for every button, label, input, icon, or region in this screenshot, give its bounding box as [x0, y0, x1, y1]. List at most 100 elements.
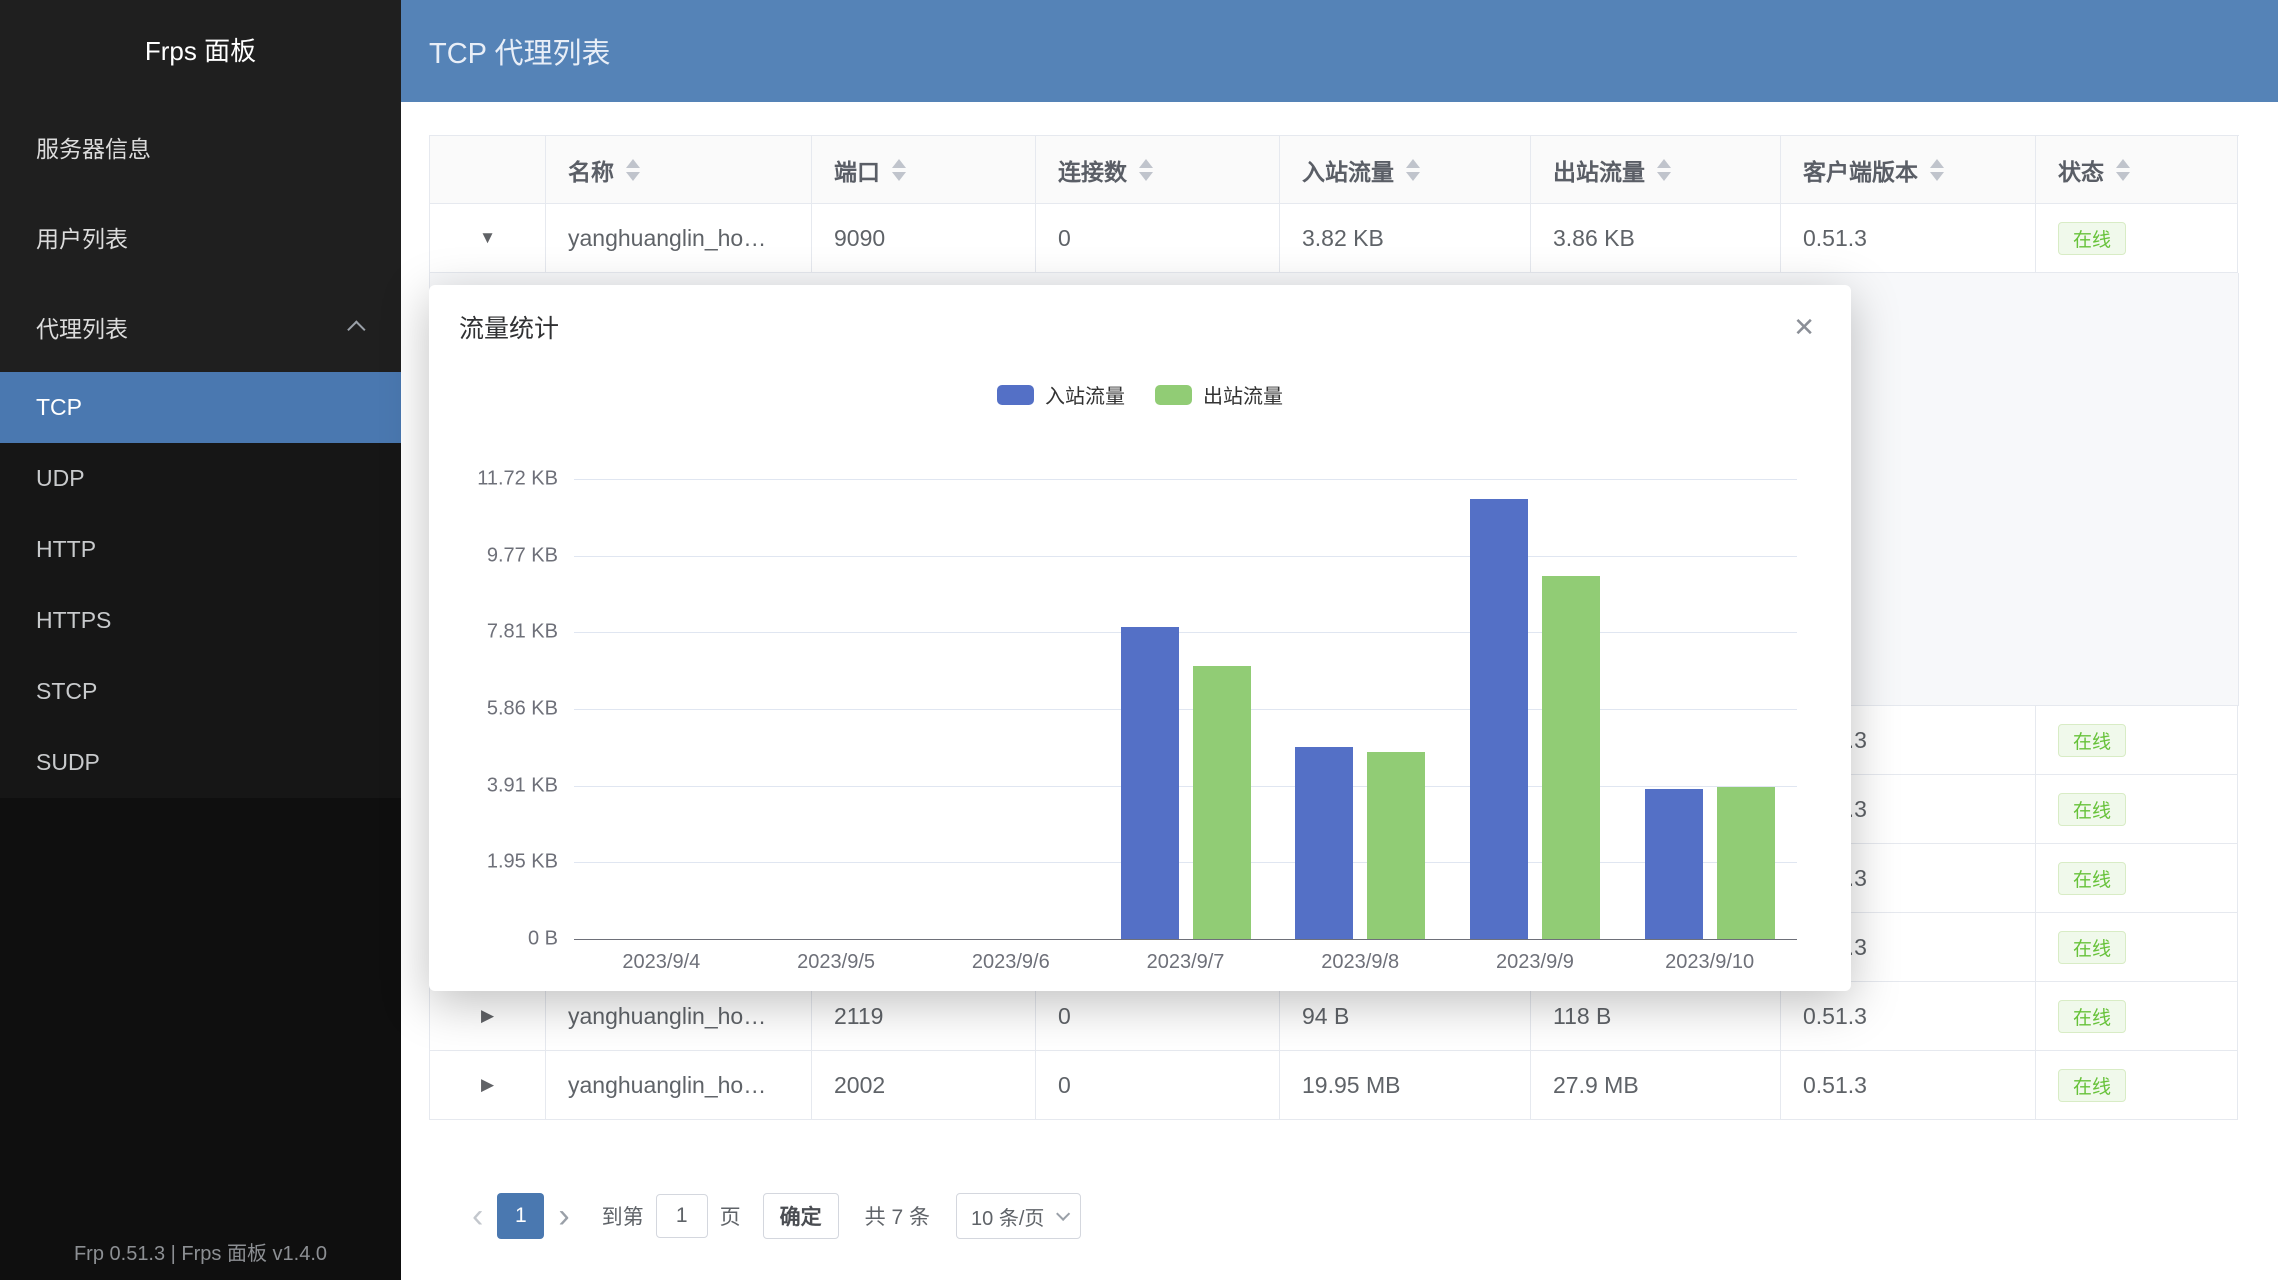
cell-status: 在线 [2036, 844, 2238, 913]
sort-asc-icon[interactable] [2116, 159, 2130, 168]
sidebar-footer-version: Frp 0.51.3 | Frps 面板 v1.4.0 [0, 1237, 401, 1266]
sort-carets-icon[interactable] [1406, 159, 1420, 181]
bar-inbound[interactable] [1121, 627, 1179, 939]
chart-category-slot [1622, 479, 1797, 939]
legend-item-outbound[interactable]: 出站流量 [1155, 380, 1283, 409]
status-badge: 在线 [2058, 862, 2126, 895]
sort-carets-icon[interactable] [2116, 159, 2130, 181]
sort-asc-icon[interactable] [626, 159, 640, 168]
sort-carets-icon[interactable] [1930, 159, 1944, 181]
bar-inbound[interactable] [1645, 789, 1703, 939]
column-label: 连接数 [1058, 153, 1127, 187]
bar-outbound[interactable] [1717, 787, 1775, 939]
chart-plot: 11.72 KB9.77 KB7.81 KB5.86 KB3.91 KB1.95… [574, 479, 1797, 939]
confirm-button[interactable]: 确定 [763, 1193, 839, 1239]
sort-asc-icon[interactable] [1657, 159, 1671, 168]
sort-carets-icon[interactable] [1139, 159, 1153, 181]
sort-carets-icon[interactable] [1657, 159, 1671, 181]
chart-category-slot [923, 479, 1098, 939]
sidebar-item-user-list[interactable]: 用户列表 [0, 192, 401, 282]
column-label: 出站流量 [1553, 153, 1645, 187]
header-cell-name[interactable]: 名称 [546, 136, 812, 204]
legend-item-inbound[interactable]: 入站流量 [997, 380, 1125, 409]
legend-label: 入站流量 [1045, 380, 1125, 409]
table-row: ▶yanghuanglin_ho…2002019.95 MB27.9 MB0.5… [430, 1051, 2239, 1120]
pagination: ‹ 1 › 到第 页 确定 共 7 条 10 条/页 [462, 1193, 1081, 1239]
cell-status: 在线 [2036, 204, 2238, 273]
bar-outbound[interactable] [1193, 666, 1251, 939]
sort-desc-icon[interactable] [2116, 172, 2130, 181]
sidebar-item-http[interactable]: HTTP [0, 514, 401, 585]
header-cell-client-version[interactable]: 客户端版本 [1781, 136, 2036, 204]
sidebar-item-sudp[interactable]: SUDP [0, 727, 401, 798]
y-axis-tick-label: 5.86 KB [487, 698, 558, 721]
sidebar-item-label: 服务器信息 [36, 130, 151, 164]
cell-version: 0.51.3 [1781, 1051, 2036, 1120]
cell-status: 在线 [2036, 706, 2238, 775]
submenu-label: STCP [36, 678, 97, 705]
sidebar-item-udp[interactable]: UDP [0, 443, 401, 514]
x-axis-tick-label: 2023/9/5 [749, 951, 924, 974]
expand-cell[interactable]: ▶ [430, 982, 546, 1051]
next-page-icon[interactable]: › [548, 1193, 579, 1239]
chart-category-slot [1273, 479, 1448, 939]
sidebar-item-stcp[interactable]: STCP [0, 656, 401, 727]
page-size-select[interactable]: 10 条/页 [956, 1193, 1081, 1239]
sort-asc-icon[interactable] [1139, 159, 1153, 168]
sort-desc-icon[interactable] [1657, 172, 1671, 181]
sort-desc-icon[interactable] [626, 172, 640, 181]
header-cell-traffic-out[interactable]: 出站流量 [1531, 136, 1781, 204]
sidebar-item-proxy-list[interactable]: 代理列表 [0, 282, 401, 372]
x-axis-tick-label: 2023/9/4 [574, 951, 749, 974]
cell-name: yanghuanglin_ho… [546, 1051, 812, 1120]
header-cell-connections[interactable]: 连接数 [1036, 136, 1280, 204]
header-cell-status[interactable]: 状态 [2036, 136, 2238, 204]
collapse-caret-icon[interactable]: ▼ [479, 228, 496, 248]
page-size-value: 10 条/页 [971, 1202, 1044, 1231]
table-header-row: 名称 端口 连接数 入站流量 出站流量 客户端版本 [430, 136, 2239, 204]
expand-caret-icon[interactable]: ▶ [481, 1075, 494, 1095]
chart-category-slot [1448, 479, 1623, 939]
sidebar-bottom-section [0, 798, 401, 1280]
cell-out: 27.9 MB [1531, 1051, 1781, 1120]
legend-swatch-inbound-icon [997, 385, 1034, 405]
y-axis-tick-label: 11.72 KB [477, 468, 558, 491]
expand-cell[interactable]: ▼ [430, 204, 546, 273]
sort-desc-icon[interactable] [1139, 172, 1153, 181]
sort-carets-icon[interactable] [892, 159, 906, 181]
sort-asc-icon[interactable] [892, 159, 906, 168]
sort-desc-icon[interactable] [892, 172, 906, 181]
sort-asc-icon[interactable] [1930, 159, 1944, 168]
cell-version: 0.51.3 [1781, 982, 2036, 1051]
sort-asc-icon[interactable] [1406, 159, 1420, 168]
expand-cell[interactable]: ▶ [430, 1051, 546, 1120]
column-label: 端口 [834, 153, 880, 187]
sort-desc-icon[interactable] [1930, 172, 1944, 181]
total-count-label: 共 7 条 [865, 1201, 930, 1231]
submenu-label: HTTP [36, 536, 96, 563]
bar-inbound[interactable] [1295, 747, 1353, 939]
close-icon[interactable]: ✕ [1787, 306, 1821, 349]
sidebar-item-https[interactable]: HTTPS [0, 585, 401, 656]
x-axis-tick-label: 2023/9/10 [1622, 951, 1797, 974]
sort-carets-icon[interactable] [626, 159, 640, 181]
page-header: TCP 代理列表 [401, 0, 2278, 102]
cell-port: 2002 [812, 1051, 1036, 1120]
sidebar-item-server-info[interactable]: 服务器信息 [0, 102, 401, 192]
app-title: Frps 面板 [0, 0, 401, 102]
page-number-button[interactable]: 1 [497, 1193, 544, 1239]
bar-inbound[interactable] [1470, 499, 1528, 939]
header-cell-expand [430, 136, 546, 204]
header-cell-traffic-in[interactable]: 入站流量 [1280, 136, 1531, 204]
page-jump-input[interactable] [656, 1194, 708, 1238]
prev-page-icon[interactable]: ‹ [462, 1193, 493, 1239]
submenu-label: TCP [36, 394, 82, 421]
sidebar-item-tcp[interactable]: TCP [0, 372, 401, 443]
bar-outbound[interactable] [1367, 752, 1425, 939]
bar-outbound[interactable] [1542, 576, 1600, 939]
y-axis-tick-label: 9.77 KB [487, 545, 558, 568]
sort-desc-icon[interactable] [1406, 172, 1420, 181]
expand-caret-icon[interactable]: ▶ [481, 1006, 494, 1026]
header-cell-port[interactable]: 端口 [812, 136, 1036, 204]
cell-out: 118 B [1531, 982, 1781, 1051]
